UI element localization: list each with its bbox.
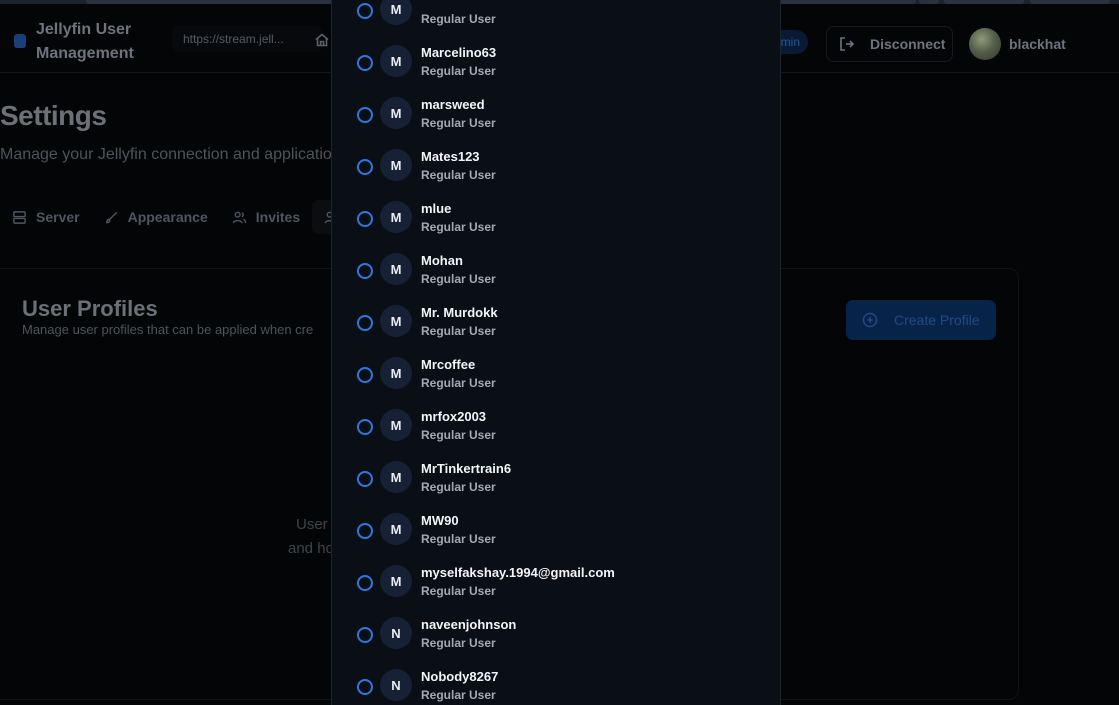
user-list-role: Regular User <box>421 584 496 598</box>
user-name[interactable]: blackhat <box>1009 36 1066 52</box>
user-list-role: Regular User <box>421 220 496 234</box>
user-select-modal[interactable]: M Regular User M Marcelino63 Regular Use… <box>331 0 781 705</box>
select-radio[interactable] <box>357 107 373 123</box>
user-avatar[interactable] <box>969 28 1001 60</box>
user-list-role: Regular User <box>421 688 496 702</box>
user-initial-avatar: M <box>380 461 412 493</box>
user-list-name: marsweed <box>421 97 485 112</box>
user-list-name: Mr. Murdokk <box>421 305 498 320</box>
user-list-item[interactable]: M marsweed Regular User <box>332 86 780 138</box>
select-radio[interactable] <box>357 315 373 331</box>
user-initial-avatar: M <box>380 409 412 441</box>
select-radio[interactable] <box>357 159 373 175</box>
app-title: Jellyfin User Management <box>36 21 134 62</box>
user-list-name: Marcelino63 <box>421 45 497 60</box>
tab-server[interactable]: Server <box>0 200 92 234</box>
select-radio[interactable] <box>357 419 373 435</box>
user-list-name: mlue <box>421 201 452 216</box>
select-radio[interactable] <box>357 627 373 643</box>
select-radio[interactable] <box>357 367 373 383</box>
user-list-name: naveenjohnson <box>421 617 517 632</box>
user-initial-avatar: M <box>380 0 412 25</box>
select-radio[interactable] <box>357 211 373 227</box>
tab-invites[interactable]: Invites <box>220 200 312 234</box>
user-initial-avatar: M <box>380 97 412 129</box>
user-list-name: Nobody8267 <box>421 669 499 684</box>
user-initial-avatar: M <box>380 513 412 545</box>
user-list-name: MrTinkertrain6 <box>421 461 512 476</box>
tab-invites-label: Invites <box>255 209 301 225</box>
settings-tabs: Server Appearance Invites <box>0 200 367 234</box>
user-initial-avatar: M <box>380 565 412 597</box>
user-list-item[interactable]: M Regular User <box>332 0 780 34</box>
user-list-role: Regular User <box>421 168 496 182</box>
user-list-name: myselfakshay.1994@gmail.com <box>421 565 615 580</box>
tab-appearance-label: Appearance <box>127 209 208 225</box>
user-list-role: Regular User <box>421 636 496 650</box>
user-list-role: Regular User <box>421 324 496 338</box>
server-url: https://stream.jell... <box>172 26 322 52</box>
select-radio[interactable] <box>357 575 373 591</box>
create-profile-button[interactable]: Create Profile <box>846 300 996 340</box>
user-list-role: Regular User <box>421 376 496 390</box>
user-list-item[interactable]: M myselfakshay.1994@gmail.com Regular Us… <box>332 554 780 606</box>
user-list-role: Regular User <box>421 12 496 26</box>
user-list-item[interactable]: M Mr. Murdokk Regular User <box>332 294 780 346</box>
user-initial-avatar: M <box>380 201 412 233</box>
user-list-item[interactable]: M Marcelino63 Regular User <box>332 34 780 86</box>
select-radio[interactable] <box>357 679 373 695</box>
user-list-item[interactable]: M Mrcoffee Regular User <box>332 346 780 398</box>
user-initial-avatar: M <box>380 149 412 181</box>
user-list-item[interactable]: M mrfox2003 Regular User <box>332 398 780 450</box>
user-list-item[interactable]: M MW90 Regular User <box>332 502 780 554</box>
user-list-name: Mates123 <box>421 149 480 164</box>
select-radio[interactable] <box>357 55 373 71</box>
user-list-name: Mohan <box>421 253 463 268</box>
user-list-role: Regular User <box>421 116 496 130</box>
card-title: User Profiles <box>22 296 158 321</box>
select-radio[interactable] <box>357 3 373 19</box>
user-list-role: Regular User <box>421 64 496 78</box>
user-list-role: Regular User <box>421 272 496 286</box>
tab-appearance[interactable]: Appearance <box>92 200 220 234</box>
home-icon[interactable] <box>314 32 330 48</box>
user-initial-avatar: M <box>380 253 412 285</box>
user-list-role: Regular User <box>421 428 496 442</box>
create-profile-label: Create Profile <box>894 312 980 328</box>
logout-icon <box>840 37 855 51</box>
user-list-role: Regular User <box>421 532 496 546</box>
select-radio[interactable] <box>357 471 373 487</box>
user-initial-avatar: N <box>380 617 412 649</box>
user-list-role: Regular User <box>421 480 496 494</box>
select-radio[interactable] <box>357 523 373 539</box>
user-list[interactable]: M Regular User M Marcelino63 Regular Use… <box>332 0 780 705</box>
empty-state-text: User <box>296 516 328 533</box>
disconnect-button[interactable]: Disconnect <box>826 26 953 62</box>
user-list-item[interactable]: M mlue Regular User <box>332 190 780 242</box>
user-list-item[interactable]: N Nobody8267 Regular User <box>332 658 780 705</box>
server-icon <box>13 210 26 224</box>
user-list-item[interactable]: N naveenjohnson Regular User <box>332 606 780 658</box>
brush-icon <box>105 211 117 223</box>
disconnect-label: Disconnect <box>870 36 946 52</box>
user-initial-avatar: N <box>380 669 412 701</box>
user-list-name: mrfox2003 <box>421 409 487 424</box>
user-list-item[interactable]: M Mohan Regular User <box>332 242 780 294</box>
user-initial-avatar: M <box>380 45 412 77</box>
user-list-name: MW90 <box>421 513 459 528</box>
user-initial-avatar: M <box>380 305 412 337</box>
user-list-item[interactable]: M Mates123 Regular User <box>332 138 780 190</box>
app-logo-icon <box>14 34 26 48</box>
tab-server-label: Server <box>36 209 80 225</box>
user-initial-avatar: M <box>380 357 412 389</box>
plus-circle-icon <box>862 312 878 328</box>
page-title: Settings <box>0 100 107 131</box>
empty-state-text: and ho <box>288 540 334 557</box>
user-list-name: Mrcoffee <box>421 357 476 372</box>
page-subtitle: Manage your Jellyfin connection and appl… <box>0 146 341 163</box>
card-description: Manage user profiles that can be applied… <box>22 322 314 337</box>
users-icon <box>232 211 247 223</box>
select-radio[interactable] <box>357 263 373 279</box>
user-list-item[interactable]: M MrTinkertrain6 Regular User <box>332 450 780 502</box>
